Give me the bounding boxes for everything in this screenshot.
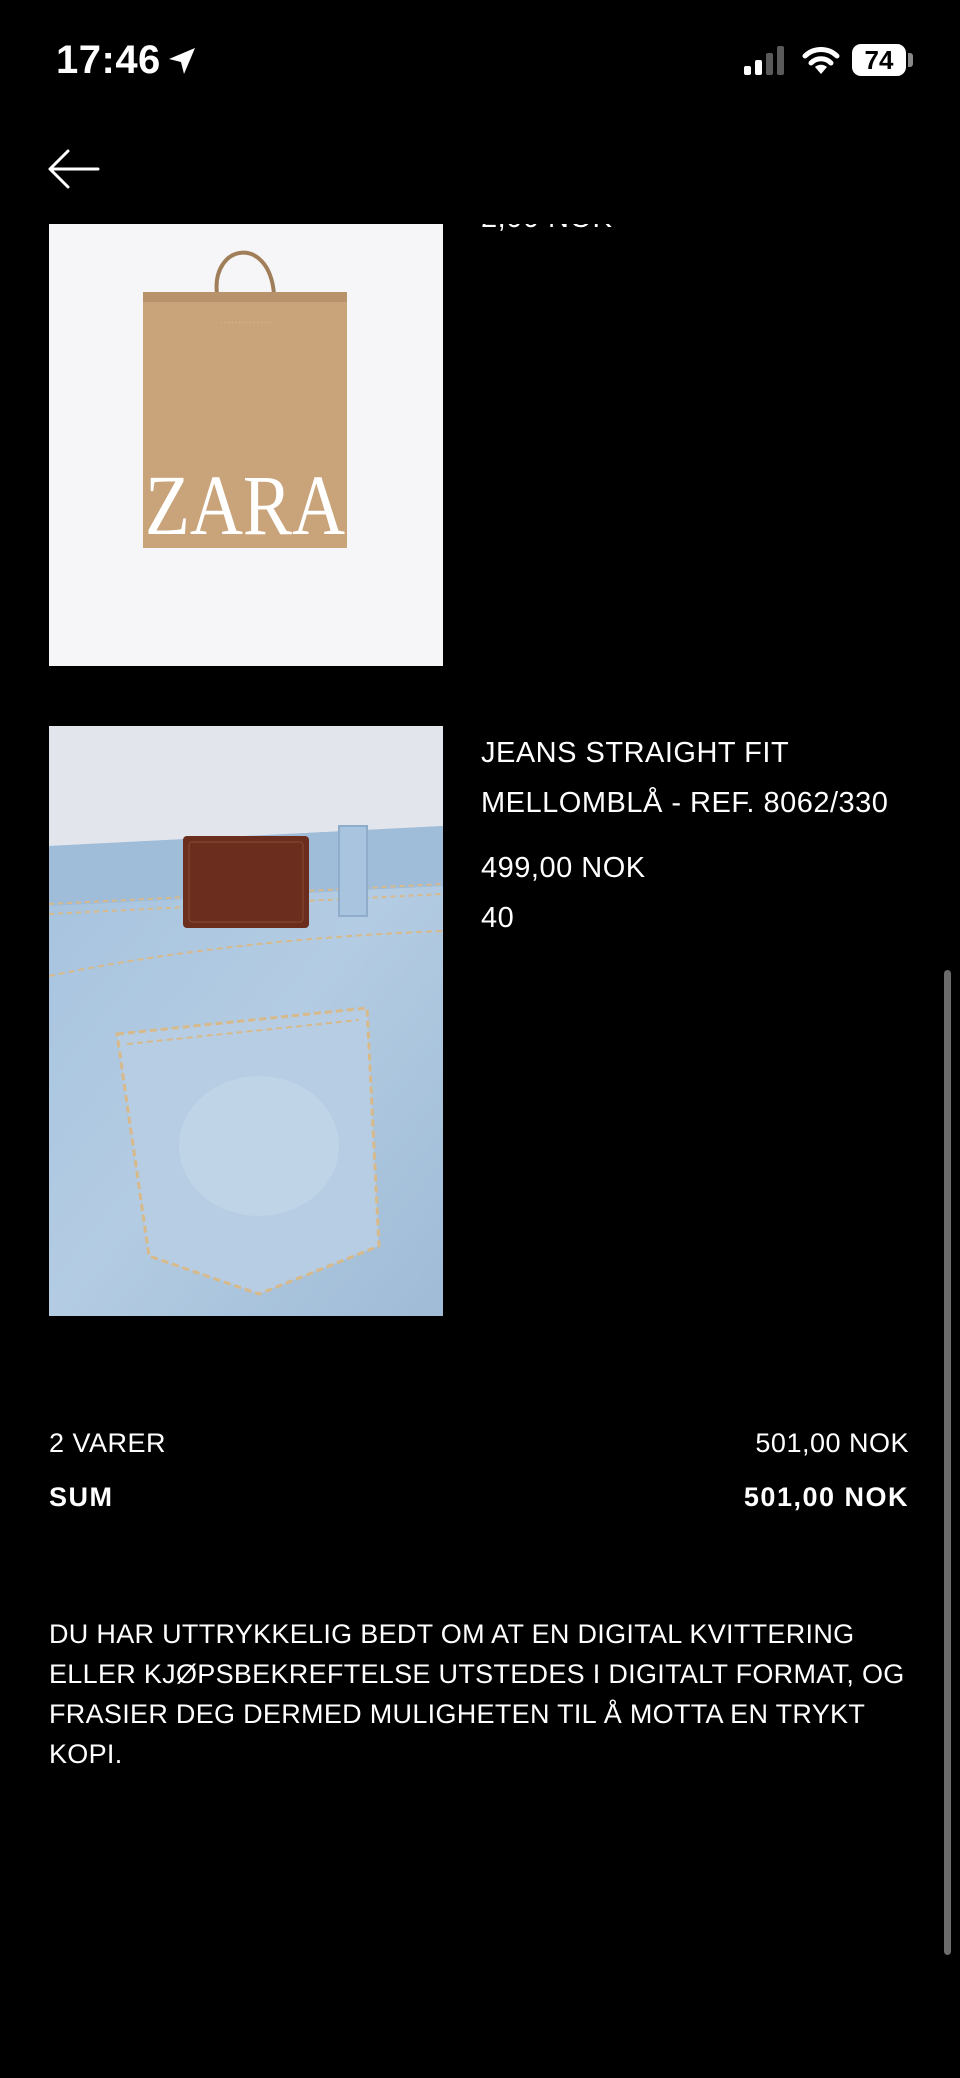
product-image-bag[interactable]: · · · · · · · · · · · · · · ZARA bbox=[49, 224, 443, 666]
svg-text:· · · · · · · · · · · · · ·: · · · · · · · · · · · · · · bbox=[220, 320, 270, 326]
item-price-partial: 2,00 NOK bbox=[481, 224, 612, 235]
scrollbar[interactable] bbox=[944, 970, 951, 1955]
wifi-icon bbox=[802, 47, 840, 74]
battery-cap bbox=[908, 53, 913, 67]
product-price: 499,00 NOK bbox=[481, 852, 646, 884]
order-items-list[interactable]: 2,00 NOK · · · · · · · · · · · · · · ZAR… bbox=[0, 224, 960, 2078]
location-arrow-icon bbox=[169, 48, 195, 74]
product-name: JEANS STRAIGHT FIT MELLOMBLÅ - REF. 8062… bbox=[481, 728, 888, 828]
product-size: 40 bbox=[481, 902, 515, 934]
items-count-label: 2 VARER bbox=[49, 1428, 167, 1458]
product-name-line2: MELLOMBLÅ - REF. 8062/330 bbox=[481, 787, 889, 819]
sum-total: 501,00 NOK bbox=[743, 1482, 909, 1512]
arrow-left-icon bbox=[48, 149, 100, 189]
status-time: 17:46 bbox=[56, 38, 161, 82]
zara-logo: ZARA bbox=[145, 457, 345, 553]
items-count-row: 2 VARER 501,00 NOK bbox=[49, 1428, 909, 1459]
cellular-signal-icon bbox=[744, 46, 784, 75]
sum-row: SUM 501,00 NOK bbox=[49, 1482, 909, 1513]
items-count-total: 501,00 NOK bbox=[755, 1428, 909, 1458]
sum-label: SUM bbox=[49, 1482, 114, 1512]
status-bar: 17:46 74 bbox=[0, 0, 960, 120]
back-button[interactable] bbox=[44, 144, 100, 194]
battery-icon: 74 bbox=[852, 44, 906, 76]
svg-text:ZARA: ZARA bbox=[145, 457, 345, 553]
digital-receipt-disclaimer: DU HAR UTTRYKKELIG BEDT OM AT EN DIGITAL… bbox=[49, 1619, 905, 1769]
product-image-jeans[interactable] bbox=[49, 726, 443, 1316]
product-name-line1: JEANS STRAIGHT FIT bbox=[481, 737, 790, 769]
